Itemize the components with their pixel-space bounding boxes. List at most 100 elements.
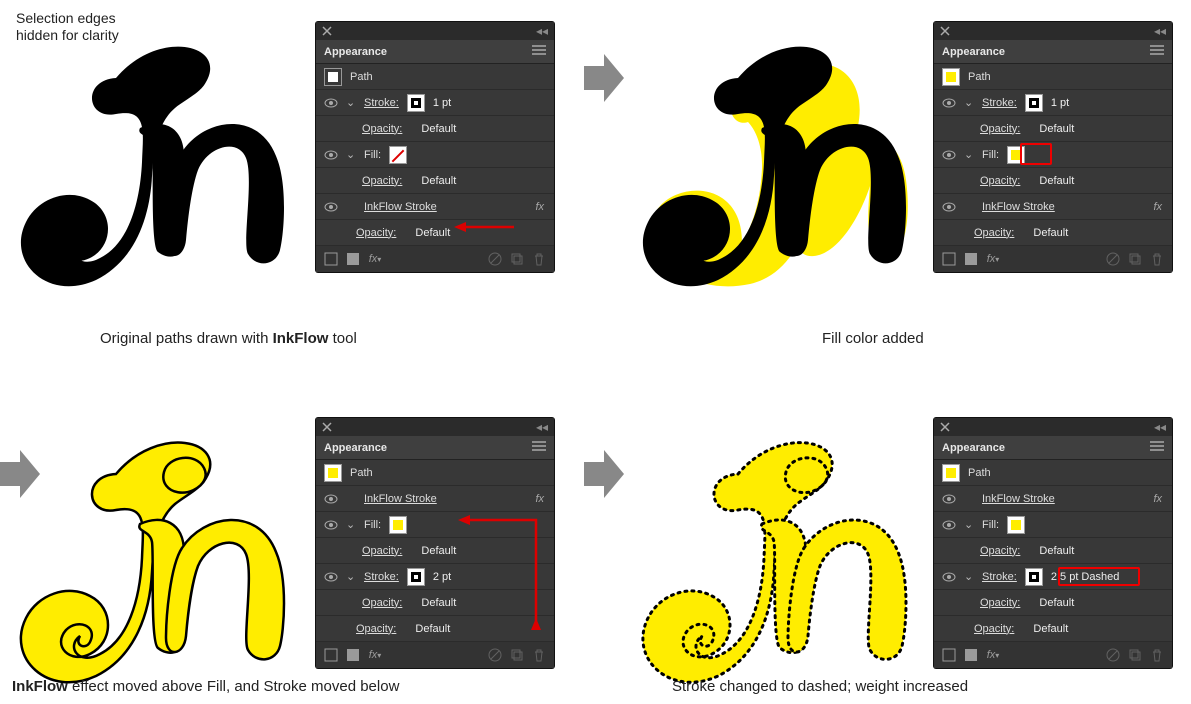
stroke-swatch[interactable] [1025, 568, 1043, 586]
effect-inkflow[interactable]: InkFlow Stroke [364, 201, 437, 213]
stroke-label[interactable]: Stroke: [982, 97, 1017, 109]
chevron-down-icon[interactable]: ⌄ [964, 518, 974, 531]
visibility-icon[interactable] [324, 492, 338, 506]
opacity-value: Default [1039, 175, 1074, 187]
fx-badge: fx [535, 493, 546, 505]
visibility-icon[interactable] [324, 96, 338, 110]
stroke-weight[interactable]: 1 pt [433, 97, 451, 109]
solid-icon[interactable] [964, 648, 978, 662]
opacity-label[interactable]: Opacity: [980, 545, 1020, 557]
visibility-icon[interactable] [324, 200, 338, 214]
object-thumb [324, 464, 342, 482]
opacity-label[interactable]: Opacity: [356, 623, 396, 635]
opacity-value: Default [1039, 545, 1074, 557]
panel-title: Appearance [324, 46, 387, 58]
caption-2: Fill color added [822, 330, 924, 347]
opacity-value: Default [1033, 623, 1068, 635]
effect-inkflow[interactable]: InkFlow Stroke [364, 493, 437, 505]
object-type: Path [350, 467, 373, 479]
visibility-icon[interactable] [324, 518, 338, 532]
duplicate-icon [1128, 648, 1142, 662]
opacity-label[interactable]: Opacity: [980, 597, 1020, 609]
clear-icon [488, 252, 502, 266]
chevron-down-icon[interactable]: ⌄ [964, 148, 974, 161]
opacity-label[interactable]: Opacity: [362, 545, 402, 557]
visibility-icon[interactable] [942, 96, 956, 110]
panel-menu-icon[interactable] [1150, 441, 1164, 454]
chevron-down-icon[interactable]: ⌄ [964, 570, 974, 583]
visibility-icon[interactable] [942, 148, 956, 162]
dock-icon[interactable]: ◂◂ [536, 24, 548, 38]
solid-icon[interactable] [346, 252, 360, 266]
opacity-label[interactable]: Opacity: [362, 597, 402, 609]
dock-icon[interactable]: ◂◂ [1154, 24, 1166, 38]
no-stroke-icon[interactable] [324, 252, 338, 266]
stroke-weight[interactable]: 2 pt [433, 571, 451, 583]
close-icon[interactable] [940, 422, 950, 432]
stroke-swatch[interactable] [1025, 94, 1043, 112]
callout-highlight [1020, 143, 1052, 165]
opacity-label[interactable]: Opacity: [362, 123, 402, 135]
panel-menu-icon[interactable] [1150, 45, 1164, 58]
visibility-icon[interactable] [942, 518, 956, 532]
opacity-label[interactable]: Opacity: [974, 623, 1014, 635]
no-stroke-icon[interactable] [942, 648, 956, 662]
effect-inkflow[interactable]: InkFlow Stroke [982, 493, 1055, 505]
opacity-label[interactable]: Opacity: [980, 123, 1020, 135]
stroke-label[interactable]: Stroke: [364, 97, 399, 109]
artwork-2 [630, 36, 930, 290]
stroke-swatch[interactable] [407, 568, 425, 586]
visibility-icon[interactable] [942, 200, 956, 214]
callout-highlight [1058, 567, 1140, 586]
stroke-weight[interactable]: 1 pt [1051, 97, 1069, 109]
chevron-down-icon[interactable]: ⌄ [346, 96, 356, 109]
close-icon[interactable] [322, 26, 332, 36]
fill-label: Fill: [982, 519, 999, 531]
visibility-icon[interactable] [324, 570, 338, 584]
fx-badge: fx [1153, 493, 1164, 505]
chevron-down-icon[interactable]: ⌄ [346, 148, 356, 161]
solid-icon[interactable] [964, 252, 978, 266]
stroke-label[interactable]: Stroke: [364, 571, 399, 583]
fill-swatch[interactable] [389, 516, 407, 534]
fx-menu-icon[interactable]: fx▾ [986, 648, 1000, 662]
caption-4: Stroke changed to dashed; weight increas… [672, 678, 968, 695]
opacity-label[interactable]: Opacity: [362, 175, 402, 187]
stroke-label[interactable]: Stroke: [982, 571, 1017, 583]
fx-menu-icon[interactable]: fx▾ [368, 648, 382, 662]
effect-inkflow[interactable]: InkFlow Stroke [982, 201, 1055, 213]
chevron-down-icon[interactable]: ⌄ [964, 96, 974, 109]
no-stroke-icon[interactable] [942, 252, 956, 266]
duplicate-icon [510, 648, 524, 662]
panel-menu-icon[interactable] [532, 441, 546, 454]
caption-3: InkFlow effect moved above Fill, and Str… [12, 678, 399, 695]
opacity-label[interactable]: Opacity: [356, 227, 396, 239]
artwork-1 [8, 36, 308, 290]
fill-label: Fill: [982, 149, 999, 161]
dock-icon[interactable]: ◂◂ [1154, 420, 1166, 434]
solid-icon[interactable] [346, 648, 360, 662]
opacity-value: Default [415, 227, 450, 239]
artwork-3 [8, 432, 308, 686]
opacity-value: Default [421, 123, 456, 135]
fx-menu-icon[interactable]: fx▾ [368, 252, 382, 266]
opacity-label[interactable]: Opacity: [980, 175, 1020, 187]
chevron-down-icon[interactable]: ⌄ [346, 518, 356, 531]
dock-icon[interactable]: ◂◂ [536, 420, 548, 434]
opacity-label[interactable]: Opacity: [974, 227, 1014, 239]
fill-swatch[interactable] [389, 146, 407, 164]
caption-1: Original paths drawn with InkFlow tool [100, 330, 357, 347]
close-icon[interactable] [940, 26, 950, 36]
fx-menu-icon[interactable]: fx▾ [986, 252, 1000, 266]
no-stroke-icon[interactable] [324, 648, 338, 662]
chevron-down-icon[interactable]: ⌄ [346, 570, 356, 583]
visibility-icon[interactable] [942, 570, 956, 584]
close-icon[interactable] [322, 422, 332, 432]
visibility-icon[interactable] [942, 492, 956, 506]
stroke-swatch[interactable] [407, 94, 425, 112]
clear-icon [488, 648, 502, 662]
fx-badge: fx [535, 201, 546, 213]
visibility-icon[interactable] [324, 148, 338, 162]
fill-swatch[interactable] [1007, 516, 1025, 534]
panel-menu-icon[interactable] [532, 45, 546, 58]
